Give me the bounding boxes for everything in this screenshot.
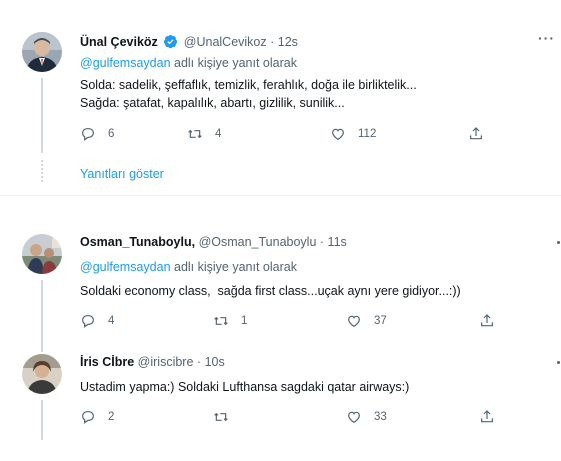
more-icon[interactable] <box>557 241 560 244</box>
retweet-button[interactable]: 1 <box>213 313 247 329</box>
section-divider <box>0 195 561 196</box>
like-button[interactable]: 112 <box>330 126 376 142</box>
tweet-iris-cibre[interactable]: İris Cİbre @iriscibre · 10s Ustadim yapm… <box>0 348 561 458</box>
reply-button[interactable]: 6 <box>80 126 114 142</box>
tweet-text-line: Sağda: şatafat, kapalılık, abartı, gizli… <box>80 96 345 110</box>
reply-button[interactable]: 4 <box>80 313 114 329</box>
share-button[interactable] <box>479 409 507 425</box>
like-icon <box>348 315 360 328</box>
reply-context: @gulfemsaydan adlı kişiye yanıt olarak <box>80 259 297 275</box>
author-handle[interactable]: @UnalCevikoz <box>184 35 267 49</box>
reply-count: 4 <box>108 315 115 327</box>
share-icon <box>481 314 493 327</box>
reply-icon <box>82 128 94 141</box>
tweet-text-line: Ustadim yapma:) Soldaki Lufthansa sagdak… <box>80 380 410 394</box>
share-button[interactable] <box>479 313 507 329</box>
mention-link[interactable]: @gulfemsaydan <box>80 56 171 70</box>
verified-badge-icon <box>163 34 178 53</box>
reply-count: 6 <box>108 128 115 140</box>
separator-dot: · <box>196 355 202 369</box>
action-bar: 4 1 37 <box>80 313 500 331</box>
tweet-header: Ünal Çeviköz @UnalCevikoz · 12s <box>80 34 298 53</box>
reply-context: @gulfemsaydan adlı kişiye yanıt olarak <box>80 55 297 71</box>
like-icon <box>348 411 360 424</box>
share-icon <box>470 127 482 140</box>
action-bar: 2 33 <box>80 409 500 427</box>
author-handle[interactable]: @iriscibre <box>138 355 194 369</box>
retweet-count: 4 <box>215 128 222 140</box>
tweet-text: Soldaki economy class, sağda first class… <box>80 282 461 300</box>
tweet-osman-tunaboylu[interactable]: Osman_Tunaboylu, @Osman_Tunaboylu · 11s … <box>0 226 561 352</box>
separator-dot: · <box>319 235 325 249</box>
reply-icon <box>82 315 94 328</box>
tweet-text: Ustadim yapma:) Soldaki Lufthansa sagdak… <box>80 378 409 396</box>
tweet-header: Osman_Tunaboylu, @Osman_Tunaboylu · 11s <box>80 234 347 250</box>
timestamp[interactable]: 11s <box>328 235 347 249</box>
retweet-button[interactable] <box>213 409 241 425</box>
like-button[interactable]: 33 <box>346 409 387 425</box>
tweet-text-line: Solda: sadelik, şeffaflık, temizlik, fer… <box>80 78 417 92</box>
author-name[interactable]: İris Cİbre <box>80 355 134 369</box>
share-icon <box>481 410 493 423</box>
thread-line <box>41 280 43 352</box>
like-button[interactable]: 37 <box>346 313 387 329</box>
avatar[interactable] <box>22 234 62 274</box>
more-icon[interactable] <box>557 361 560 364</box>
retweet-icon <box>188 129 202 139</box>
mention-link[interactable]: @gulfemsaydan <box>80 260 171 274</box>
author-name[interactable]: Ünal Çeviköz <box>80 35 158 49</box>
retweet-count: 1 <box>241 315 248 327</box>
like-icon <box>332 128 344 141</box>
avatar[interactable] <box>22 354 62 394</box>
separator-dot: · <box>270 35 275 49</box>
share-button[interactable] <box>468 126 496 142</box>
retweet-button[interactable]: 4 <box>187 126 221 142</box>
reply-context-text: adlı kişiye yanıt olarak <box>170 56 297 70</box>
reply-icon <box>82 411 94 424</box>
reply-count: 2 <box>108 411 115 423</box>
timestamp[interactable]: 10s <box>205 355 225 369</box>
action-bar: 6 4 112 <box>80 126 500 144</box>
thread-dotted-line <box>41 160 43 182</box>
retweet-icon <box>214 412 228 422</box>
author-handle[interactable]: @Osman_Tunaboylu <box>199 235 317 249</box>
more-icon[interactable]: ··· <box>538 30 555 46</box>
reply-button[interactable]: 2 <box>80 409 114 425</box>
thread-line <box>41 78 43 153</box>
author-name[interactable]: Osman_Tunaboylu, <box>80 235 195 249</box>
like-count: 37 <box>374 315 387 327</box>
tweet-text-line: Soldaki economy class, sağda first class… <box>80 284 461 298</box>
avatar[interactable] <box>22 32 62 72</box>
like-count: 112 <box>358 128 377 140</box>
tweet-header: İris Cİbre @iriscibre · 10s <box>80 354 225 370</box>
thread-line <box>41 400 43 440</box>
show-replies-link[interactable]: Yanıtları göster <box>80 166 164 182</box>
tweet-text: Solda: sadelik, şeffaflık, temizlik, fer… <box>80 76 417 112</box>
like-count: 33 <box>374 411 387 423</box>
retweet-icon <box>214 316 228 326</box>
tweet-unal-cevikoz[interactable]: Ünal Çeviköz @UnalCevikoz · 12s ··· @gul… <box>0 0 561 200</box>
reply-context-text: adlı kişiye yanıt olarak <box>170 260 297 274</box>
timestamp[interactable]: 12s <box>278 35 298 49</box>
